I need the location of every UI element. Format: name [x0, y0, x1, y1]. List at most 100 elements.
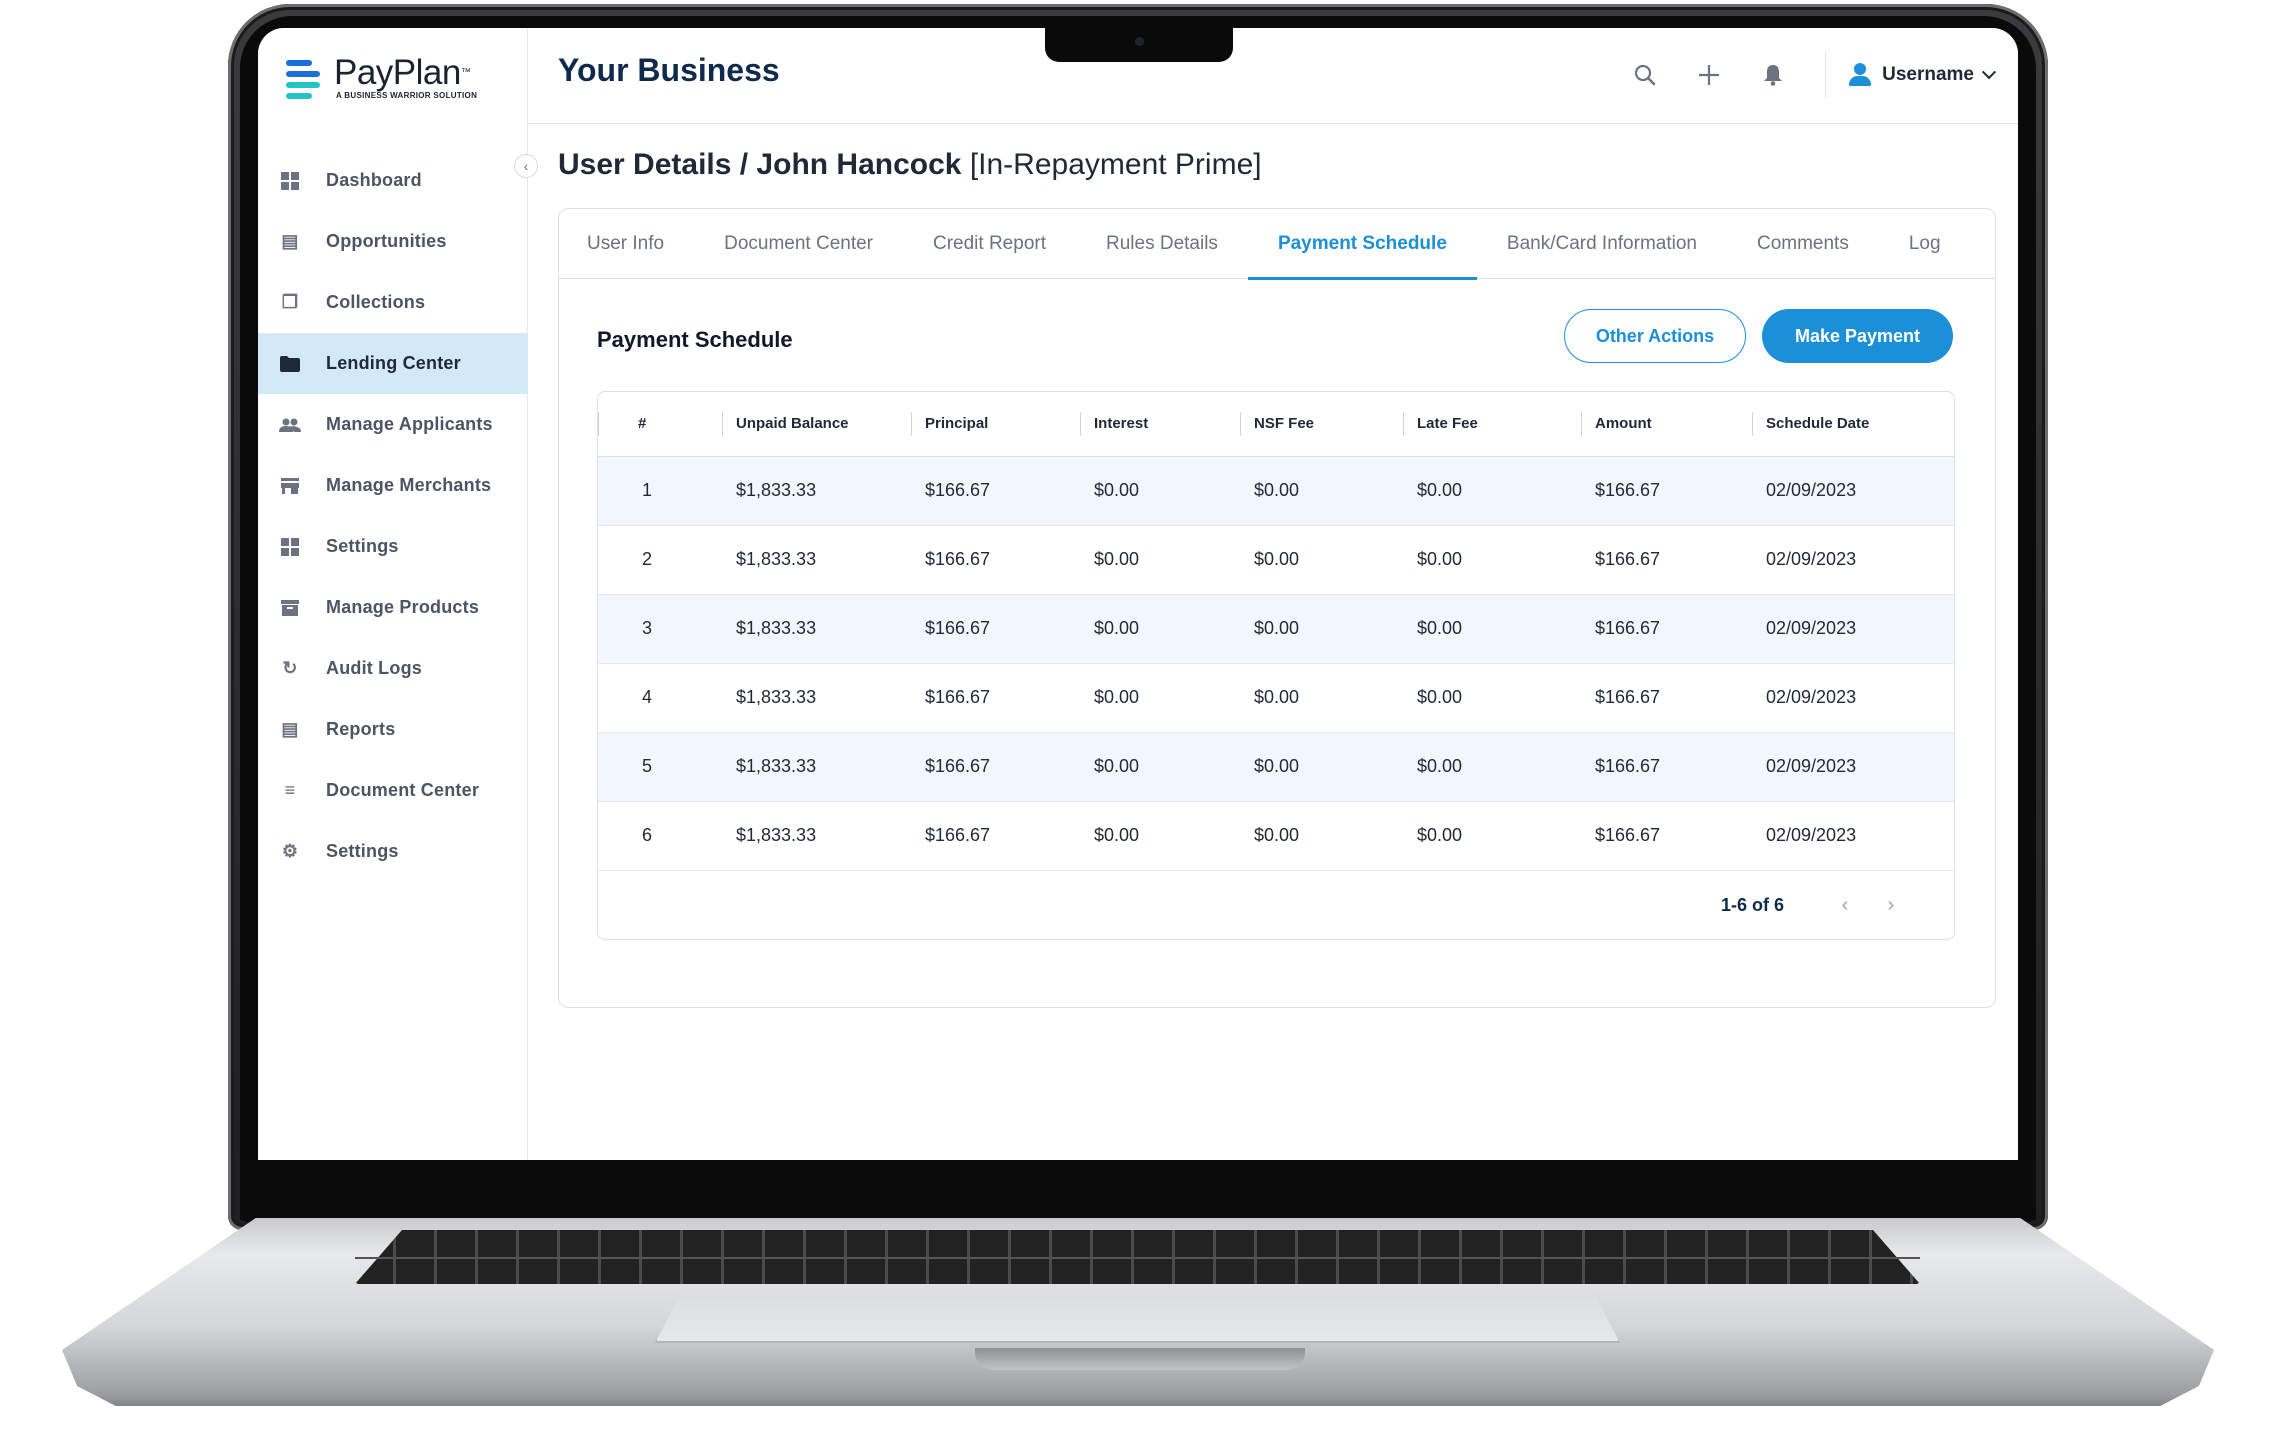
cell-schedule-date: 02/09/2023	[1752, 456, 1954, 526]
business-title: Your Business	[558, 52, 780, 88]
cell-amount: $166.67	[1581, 594, 1752, 664]
sidebar-item-settings[interactable]: Settings	[258, 516, 528, 577]
sidebar-item-collections[interactable]: ❐ Collections	[258, 272, 528, 333]
column-header-nsf-fee[interactable]: NSF Fee	[1240, 392, 1403, 457]
sidebar-item-label: Collections	[326, 292, 426, 312]
cell-unpaid-balance: $1,833.33	[722, 732, 911, 802]
sidebar-item-label: Settings	[326, 841, 399, 861]
cell-number: 6	[598, 801, 722, 871]
top-bar: Your Business Username	[528, 28, 2018, 124]
sidebar-item-manage-products[interactable]: Manage Products	[258, 577, 528, 638]
tab-payment-schedule[interactable]: Payment Schedule	[1247, 209, 1477, 280]
status-badge: [In-Repayment Prime]	[969, 148, 1262, 181]
history-icon: ↻	[282, 658, 298, 678]
bell-icon	[1764, 65, 1783, 86]
prev-page-button[interactable]: ‹	[1830, 891, 1860, 921]
sidebar-item-opportunities[interactable]: ▤ Opportunities	[258, 211, 528, 272]
tab-user-info[interactable]: User Info	[587, 209, 664, 279]
laptop-hinge	[240, 1160, 2036, 1220]
cell-amount: $166.67	[1581, 663, 1752, 733]
chevron-right-icon: ›	[1887, 894, 1895, 916]
keyboard-row-divider	[355, 1257, 1920, 1259]
sidebar-item-lending-center[interactable]: Lending Center	[258, 333, 528, 394]
plus-icon	[1699, 65, 1720, 85]
payplan-logo[interactable]: PayPlan™ A BUSINESS WARRIOR SOLUTION	[286, 52, 516, 102]
cell-interest: $0.00	[1080, 801, 1240, 871]
user-menu[interactable]: Username	[1846, 61, 1997, 89]
camera-icon	[1135, 37, 1144, 46]
cell-interest: $0.00	[1080, 732, 1240, 802]
cell-principal: $166.67	[911, 456, 1080, 526]
table-row[interactable]: 3 $1,833.33 $166.67 $0.00 $0.00 $0.00 $1…	[598, 594, 1954, 664]
top-bar-divider	[1825, 51, 1827, 99]
chevron-left-icon: ‹	[523, 158, 529, 174]
sidebar-item-audit-logs[interactable]: ↻ Audit Logs	[258, 638, 528, 699]
column-header-principal[interactable]: Principal	[911, 392, 1080, 457]
folder-icon	[278, 352, 302, 376]
tab-log[interactable]: Log	[1909, 209, 1941, 279]
sidebar-item-label: Reports	[326, 719, 396, 739]
table-row[interactable]: 2 $1,833.33 $166.67 $0.00 $0.00 $0.00 $1…	[598, 525, 1954, 595]
column-header-amount[interactable]: Amount	[1581, 392, 1752, 457]
table-row[interactable]: 5 $1,833.33 $166.67 $0.00 $0.00 $0.00 $1…	[598, 732, 1954, 802]
sidebar-item-label: Manage Merchants	[326, 475, 492, 495]
tab-comments[interactable]: Comments	[1757, 209, 1849, 279]
cell-principal: $166.67	[911, 525, 1080, 595]
sidebar-collapse-button[interactable]: ‹	[514, 154, 538, 178]
store-icon	[278, 474, 302, 498]
brand-tagline: A BUSINESS WARRIOR SOLUTION	[336, 90, 478, 100]
table-row[interactable]: 6 $1,833.33 $166.67 $0.00 $0.00 $0.00 $1…	[598, 801, 1954, 871]
brand-name: PayPlan	[334, 52, 461, 92]
payplan-logo-icon	[286, 54, 326, 100]
cell-late-fee: $0.00	[1403, 663, 1581, 733]
trackpad	[655, 1288, 1620, 1343]
next-page-button[interactable]: ›	[1876, 891, 1906, 921]
tab-bank-card-information[interactable]: Bank/Card Information	[1507, 209, 1697, 279]
cell-unpaid-balance: $1,833.33	[722, 525, 911, 595]
sidebar-item-label: Lending Center	[326, 353, 461, 373]
cell-schedule-date: 02/09/2023	[1752, 525, 1954, 595]
other-actions-button[interactable]: Other Actions	[1564, 309, 1746, 363]
cell-interest: $0.00	[1080, 663, 1240, 733]
document-stack-icon: ▤	[281, 719, 299, 739]
cell-amount: $166.67	[1581, 732, 1752, 802]
column-header-number[interactable]: #	[598, 392, 722, 457]
cell-nsf-fee: $0.00	[1240, 801, 1403, 871]
sidebar-item-reports[interactable]: ▤ Reports	[258, 699, 528, 760]
column-header-late-fee[interactable]: Late Fee	[1403, 392, 1581, 457]
page-title: User Details / John Hancock [In-Repaymen…	[558, 148, 1262, 182]
column-header-unpaid-balance[interactable]: Unpaid Balance	[722, 392, 911, 457]
search-button[interactable]	[1613, 50, 1677, 100]
cell-schedule-date: 02/09/2023	[1752, 801, 1954, 871]
column-header-schedule-date[interactable]: Schedule Date	[1752, 392, 1954, 457]
sidebar-item-manage-applicants[interactable]: Manage Applicants	[258, 394, 528, 455]
gear-icon: ⚙	[281, 841, 299, 861]
add-button[interactable]	[1677, 50, 1741, 100]
tab-document-center[interactable]: Document Center	[724, 209, 873, 279]
cell-number: 4	[598, 663, 722, 733]
laptop-screen: PayPlan™ A BUSINESS WARRIOR SOLUTION Das…	[258, 28, 2018, 1160]
sidebar-item-document-center[interactable]: ≡ Document Center	[258, 760, 528, 821]
make-payment-button[interactable]: Make Payment	[1762, 309, 1953, 363]
notifications-button[interactable]	[1741, 50, 1805, 100]
cell-nsf-fee: $0.00	[1240, 732, 1403, 802]
payment-schedule-table: # Unpaid Balance Principal Interest NSF …	[597, 391, 1955, 940]
cell-nsf-fee: $0.00	[1240, 594, 1403, 664]
table-row[interactable]: 4 $1,833.33 $166.67 $0.00 $0.00 $0.00 $1…	[598, 663, 1954, 733]
cell-number: 5	[598, 732, 722, 802]
cell-schedule-date: 02/09/2023	[1752, 732, 1954, 802]
table-row[interactable]: 1 $1,833.33 $166.67 $0.00 $0.00 $0.00 $1…	[598, 456, 1954, 526]
archive-icon	[278, 596, 302, 620]
cell-nsf-fee: $0.00	[1240, 456, 1403, 526]
column-header-interest[interactable]: Interest	[1080, 392, 1240, 457]
sidebar-item-manage-merchants[interactable]: Manage Merchants	[258, 455, 528, 516]
section-title: Payment Schedule	[597, 327, 793, 352]
cell-interest: $0.00	[1080, 525, 1240, 595]
sidebar-item-settings-gear[interactable]: ⚙ Settings	[258, 821, 528, 882]
sidebar-item-dashboard[interactable]: Dashboard	[258, 150, 528, 211]
tab-credit-report[interactable]: Credit Report	[933, 209, 1046, 279]
tab-rules-details[interactable]: Rules Details	[1106, 209, 1218, 279]
cell-unpaid-balance: $1,833.33	[722, 456, 911, 526]
cell-unpaid-balance: $1,833.33	[722, 594, 911, 664]
people-icon	[278, 413, 302, 437]
